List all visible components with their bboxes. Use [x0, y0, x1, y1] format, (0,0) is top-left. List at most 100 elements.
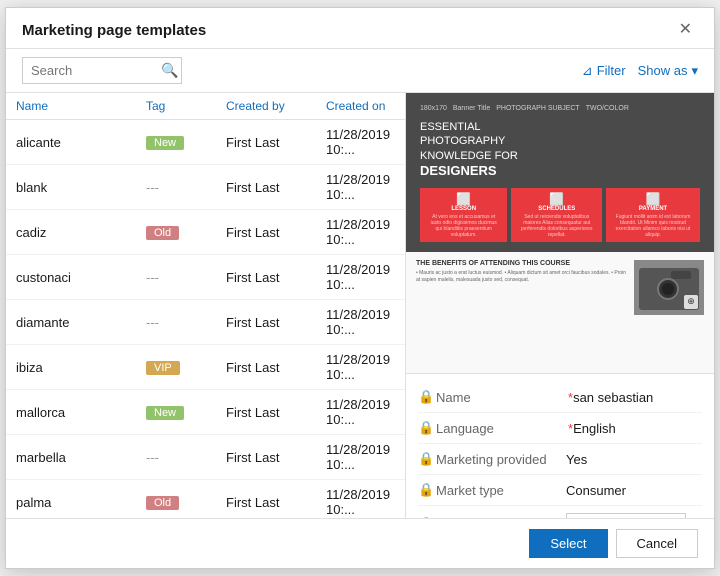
- cell-name: ibiza: [16, 360, 146, 375]
- select-button[interactable]: Select: [529, 529, 607, 558]
- col-header-tag[interactable]: Tag: [146, 99, 226, 113]
- tag-badge: Old: [146, 226, 179, 240]
- cell-createdby: First Last: [226, 315, 326, 330]
- marketing-value: Yes: [566, 452, 702, 467]
- card-icon-payment: ⬜ PAYMENT Fugiunt mollit anim id est lab…: [606, 188, 700, 242]
- cell-createdby: First Last: [226, 225, 326, 240]
- cell-tag: ---: [146, 180, 226, 195]
- cell-createdby: First Last: [226, 450, 326, 465]
- col-header-name[interactable]: Name: [16, 99, 146, 113]
- list-panel: Name Tag Created by Created on alicanteN…: [6, 93, 406, 518]
- tag-badge: VIP: [146, 361, 180, 375]
- search-input[interactable]: [31, 63, 161, 78]
- card-title-line2: PHOTOGRAPHY: [420, 135, 505, 147]
- table-row[interactable]: cadizOld First Last11/28/2019 10:...: [6, 210, 405, 255]
- cell-name: diamante: [16, 315, 146, 330]
- cell-tag: New: [146, 134, 226, 150]
- schedules-desc: Sed ut reiciendis voluptatibus maiores A…: [519, 214, 594, 238]
- cell-name: palma: [16, 495, 146, 510]
- cell-tag: VIP: [146, 359, 226, 375]
- table-header: Name Tag Created by Created on: [6, 93, 405, 120]
- card-header-banner: Banner Title: [453, 105, 490, 112]
- table-row[interactable]: palmaOldFirst Last11/28/2019 10:...: [6, 480, 405, 518]
- cell-tag: ---: [146, 450, 226, 465]
- card-header-color: TWO/COLOR: [586, 105, 629, 112]
- close-button[interactable]: ✕: [673, 20, 698, 40]
- language-label: Language: [436, 421, 566, 436]
- cell-tag: ---: [146, 315, 226, 330]
- cell-createdby: First Last: [226, 180, 326, 195]
- card-icon-schedules: ⬜ SCHEDULES Sed ut reiciendis voluptatib…: [511, 188, 602, 242]
- detail-row-optimized: 🔒 Optimized for Mobile ▾: [418, 506, 702, 518]
- cell-name: alicante: [16, 135, 146, 150]
- filter-label: Filter: [597, 63, 626, 78]
- dialog-header: Marketing page templates ✕: [6, 8, 714, 49]
- cell-name: cadiz: [16, 225, 146, 240]
- col-header-createdon[interactable]: Created on: [326, 99, 395, 113]
- table-row[interactable]: mallorcaNewFirst Last11/28/2019 10:...: [6, 390, 405, 435]
- dialog-title: Marketing page templates: [22, 22, 206, 39]
- detail-row-name: 🔒 Name * san sebastian: [418, 382, 702, 413]
- payment-label: PAYMENT: [614, 206, 692, 212]
- cell-createdon: 11/28/2019 10:...: [326, 217, 395, 247]
- table-row[interactable]: marbella---First Last11/28/2019 10:...: [6, 435, 405, 480]
- col-header-createdby[interactable]: Created by: [226, 99, 326, 113]
- preview-image: 180x170 Banner Title PHOTOGRAPH SUBJECT …: [406, 93, 714, 373]
- payment-desc: Fugiunt mollit anim id est laborum bland…: [614, 214, 692, 238]
- lock-icon-language: 🔒: [418, 420, 436, 436]
- preview-panel: 180x170 Banner Title PHOTOGRAPH SUBJECT …: [406, 93, 714, 518]
- camera-lens-inner: [662, 283, 674, 295]
- toolbar: 🔍 ⊿ Filter Show as ▾: [6, 49, 714, 93]
- tag-badge: New: [146, 406, 184, 420]
- card-bottom-text: THE BENEFITS OF ATTENDING THIS COURSE • …: [416, 260, 628, 365]
- table-body: alicanteNewFirst Last11/28/2019 10:...bl…: [6, 120, 405, 518]
- detail-row-marketing: 🔒 Marketing provided Yes: [418, 444, 702, 475]
- cell-createdon: 11/28/2019 10:...: [326, 262, 395, 292]
- tag-badge: New: [146, 136, 184, 150]
- cell-name: blank: [16, 180, 146, 195]
- table-row[interactable]: diamante---First Last11/28/2019 10:...: [6, 300, 405, 345]
- dialog-footer: Select Cancel: [6, 518, 714, 568]
- schedules-label: SCHEDULES: [519, 206, 594, 212]
- show-as-button[interactable]: Show as ▾: [638, 63, 698, 79]
- lesson-desc: At vero eos et accusamus et iusto odio d…: [428, 214, 499, 238]
- table-row[interactable]: custonaci---First Last11/28/2019 10:...: [6, 255, 405, 300]
- lock-icon-market-type: 🔒: [418, 482, 436, 498]
- market-type-value: Consumer: [566, 483, 702, 498]
- camera-top: [671, 271, 691, 279]
- cell-name: custonaci: [16, 270, 146, 285]
- card-title-line4: DESIGNERS: [420, 163, 497, 178]
- detail-row-market-type: 🔒 Market type Consumer: [418, 475, 702, 506]
- table-row[interactable]: blank---First Last11/28/2019 10:...: [6, 165, 405, 210]
- schedules-icon: ⬜: [519, 192, 594, 206]
- card-top-header: 180x170 Banner Title PHOTOGRAPH SUBJECT …: [420, 105, 700, 112]
- filter-button[interactable]: ⊿ Filter: [582, 63, 626, 79]
- cell-createdon: 11/28/2019 10:...: [326, 397, 395, 427]
- marketing-label: Marketing provided: [436, 452, 566, 467]
- cell-name: mallorca: [16, 405, 146, 420]
- content-area: Name Tag Created by Created on alicanteN…: [6, 93, 714, 518]
- payment-icon: ⬜: [614, 192, 692, 206]
- card-icon-lesson: ⬜ LESSON At vero eos et accusamus et ius…: [420, 188, 507, 242]
- search-icon-button[interactable]: 🔍: [161, 62, 178, 79]
- cancel-button[interactable]: Cancel: [616, 529, 698, 558]
- table-row[interactable]: alicanteNewFirst Last11/28/2019 10:...: [6, 120, 405, 165]
- card-bottom-camera: ⊕: [634, 260, 704, 315]
- card-header-subject: PHOTOGRAPH SUBJECT: [496, 105, 580, 112]
- cell-createdon: 11/28/2019 10:...: [326, 352, 395, 382]
- lesson-icon: ⬜: [428, 192, 499, 206]
- cell-createdby: First Last: [226, 495, 326, 510]
- detail-panel: 🔒 Name * san sebastian 🔒 Language * Engl…: [406, 373, 714, 518]
- card-bottom-body: • Mauris ac justo a erat luctus euismod.…: [416, 270, 628, 284]
- name-value: san sebastian: [573, 390, 702, 405]
- filter-icon: ⊿: [582, 63, 593, 79]
- name-label: Name: [436, 390, 566, 405]
- zoom-icon: ⊕: [684, 295, 698, 309]
- table-row[interactable]: ibizaVIP First Last11/28/2019 10:...: [6, 345, 405, 390]
- cell-createdby: First Last: [226, 360, 326, 375]
- language-value: English: [573, 421, 702, 436]
- cell-tag: Old: [146, 494, 226, 510]
- card-bottom-subtitle: THE BENEFITS OF ATTENDING THIS COURSE: [416, 260, 628, 267]
- cell-createdon: 11/28/2019 10:...: [326, 487, 395, 517]
- cell-createdby: First Last: [226, 270, 326, 285]
